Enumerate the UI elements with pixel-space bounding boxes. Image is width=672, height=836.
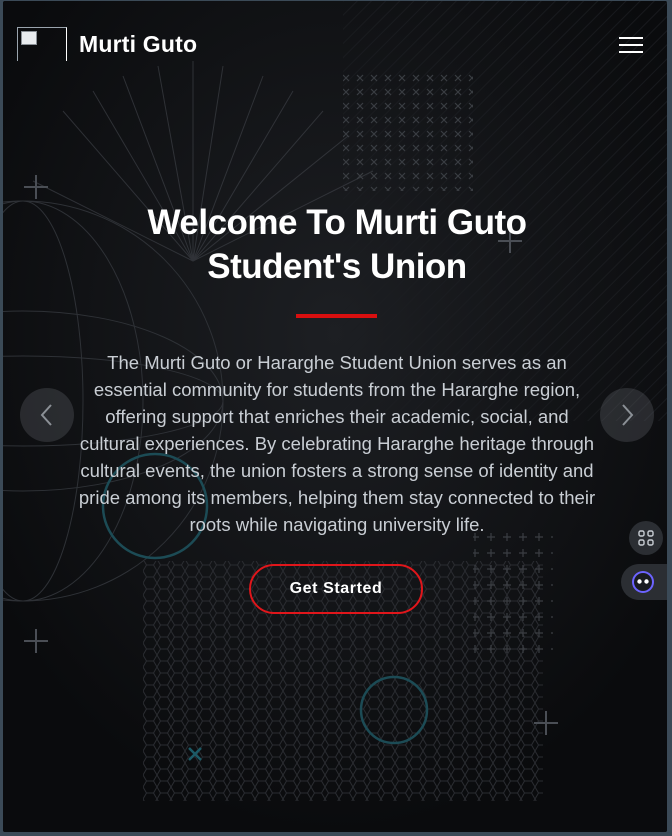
carousel-next-button[interactable] xyxy=(600,388,654,442)
brand-name[interactable]: Murti Guto xyxy=(79,31,197,58)
get-started-button[interactable]: Get Started xyxy=(249,564,423,614)
chevron-right-icon xyxy=(622,404,634,426)
app-frame: Murti Guto Welcome To Murti Guto Student… xyxy=(3,1,667,832)
hamburger-menu-icon[interactable] xyxy=(619,37,643,57)
apps-widget-button[interactable] xyxy=(629,521,663,555)
title-divider xyxy=(296,314,377,318)
apps-grid-icon xyxy=(638,530,654,546)
logo-image[interactable] xyxy=(17,27,67,61)
broken-image-icon xyxy=(21,31,37,45)
carousel-prev-button[interactable] xyxy=(20,388,74,442)
hero-title: Welcome To Murti Guto Student's Union xyxy=(73,201,601,289)
hero-title-line-1: Welcome To Murti Guto xyxy=(147,203,527,242)
assistant-widget-button[interactable] xyxy=(621,564,667,600)
hero-title-line-2: Student's Union xyxy=(207,247,467,286)
chevron-left-icon xyxy=(40,404,52,426)
hero-description: The Murti Guto or Hararghe Student Union… xyxy=(78,352,596,535)
assistant-bot-icon xyxy=(632,571,654,593)
